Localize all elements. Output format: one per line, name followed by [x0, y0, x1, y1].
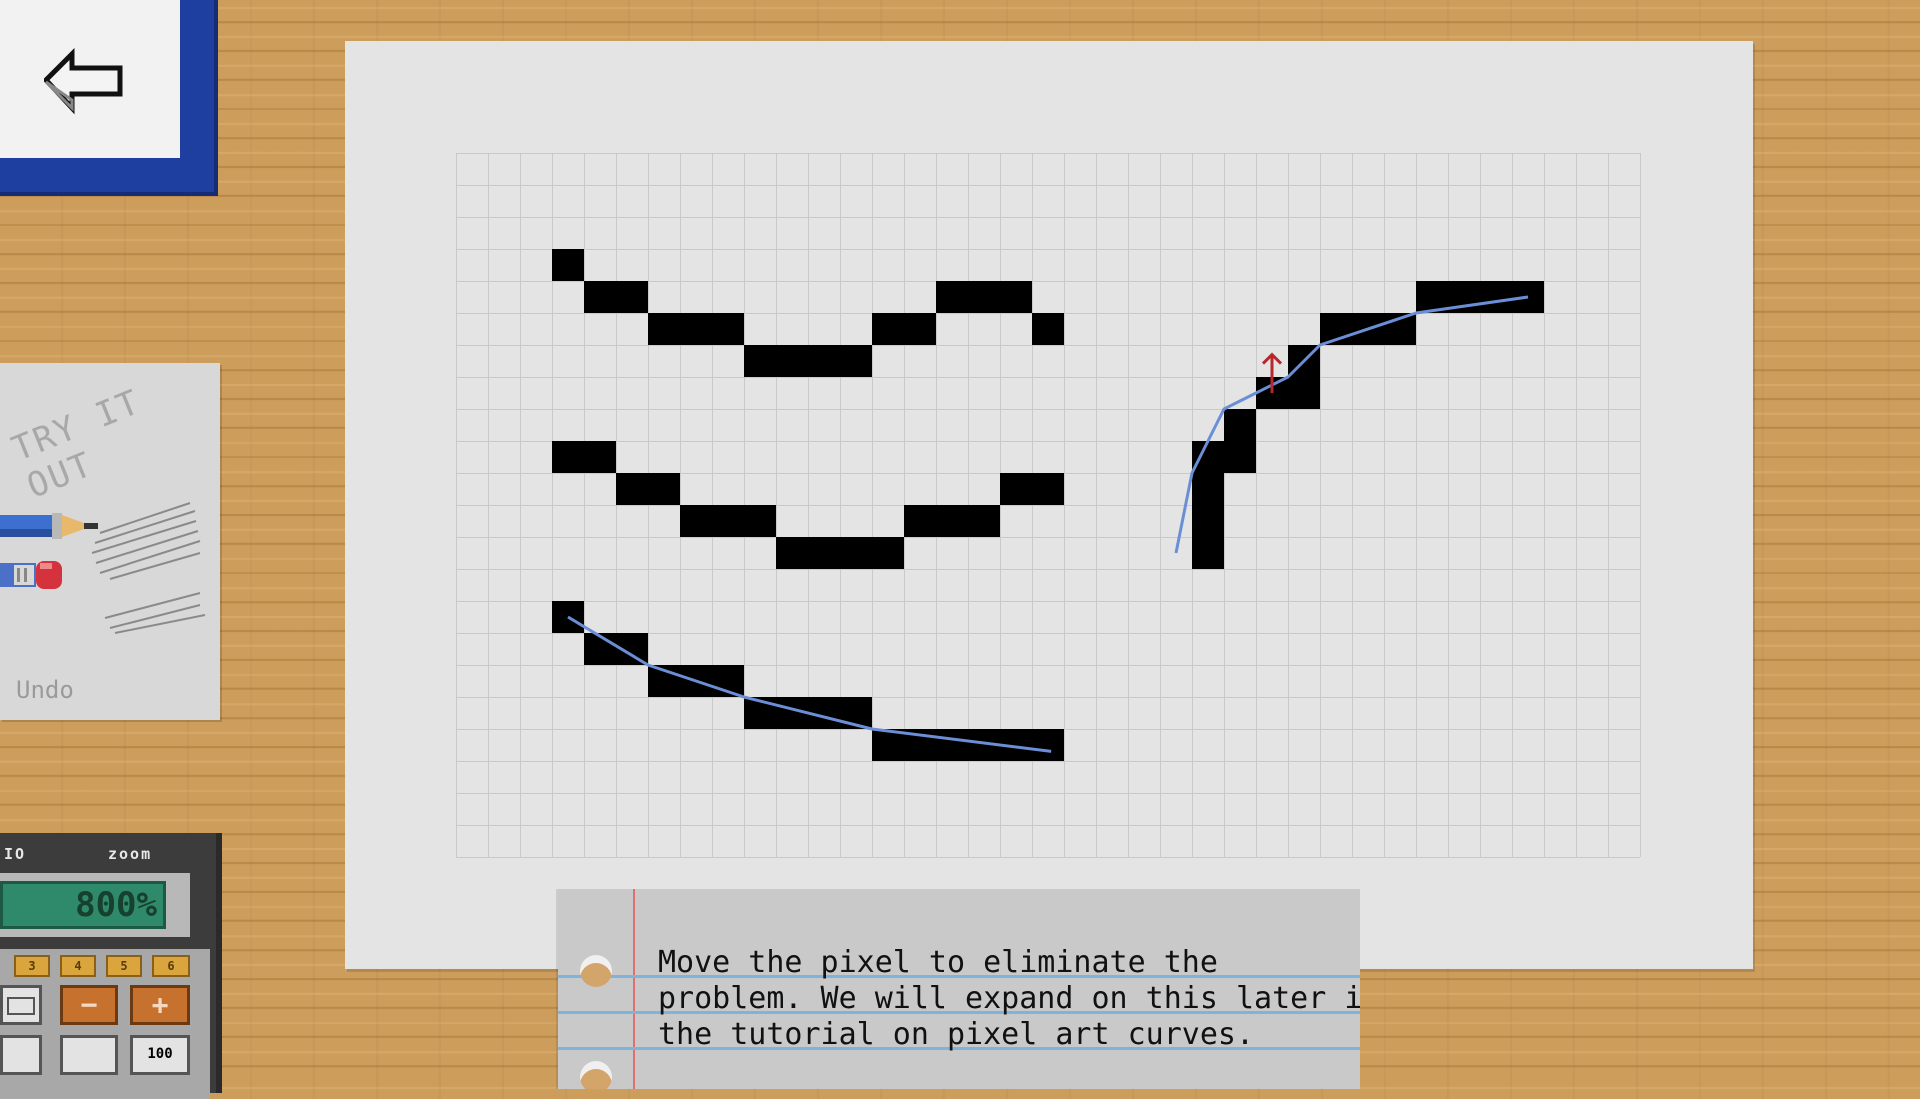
grid-key-icon: [7, 997, 35, 1015]
pixel[interactable]: [872, 313, 936, 345]
calculator-labels: IO zoom: [0, 845, 190, 863]
pixel[interactable]: [936, 281, 1032, 313]
pixel[interactable]: [744, 345, 872, 377]
eraser-icon[interactable]: [0, 561, 62, 589]
back-button[interactable]: [0, 0, 218, 196]
pixel[interactable]: [552, 441, 616, 473]
zoom-100-key[interactable]: 100: [130, 1035, 190, 1075]
calculator-keypad: 3 4 5 6 − + 100: [0, 949, 210, 1099]
pixel[interactable]: [616, 473, 680, 505]
pixel[interactable]: [584, 281, 648, 313]
back-arrow-icon[interactable]: [44, 48, 124, 118]
pixel[interactable]: [904, 505, 1000, 537]
key-5[interactable]: 5: [106, 955, 142, 977]
pixel[interactable]: [776, 537, 904, 569]
pixel-canvas-svg[interactable]: [456, 153, 1642, 859]
instruction-notepad: Move the pixel to eliminate the problem.…: [558, 889, 1360, 1089]
pixel[interactable]: [1000, 473, 1064, 505]
pixel[interactable]: [1256, 377, 1320, 409]
notepad-margin-line: [633, 889, 635, 1089]
pixel[interactable]: [648, 313, 744, 345]
tryout-drawing: [0, 502, 206, 634]
bottom-mid-key[interactable]: [60, 1035, 118, 1075]
instruction-text: Move the pixel to eliminate the problem.…: [658, 945, 1360, 1053]
pixel[interactable]: [552, 249, 584, 281]
bottom-left-key[interactable]: [0, 1035, 42, 1075]
instruction-line-1: Move the pixel to eliminate the: [658, 945, 1218, 980]
zoom-out-button[interactable]: −: [60, 985, 118, 1025]
tryout-panel[interactable]: TRY IT OUT Undo: [0, 363, 220, 720]
zoom-in-button[interactable]: +: [130, 985, 190, 1025]
key-3[interactable]: 3: [14, 955, 50, 977]
key-6[interactable]: 6: [152, 955, 190, 977]
notepad-hole-2: [580, 1061, 612, 1089]
instruction-line-2: problem. We will expand on this later in: [658, 981, 1360, 1016]
pixel[interactable]: [680, 505, 776, 537]
zoom-calculator: IO zoom 800% 3 4 5 6 − + 100: [0, 833, 222, 1099]
pixel[interactable]: [1032, 313, 1064, 345]
zoom-display: 800%: [0, 881, 166, 929]
undo-label[interactable]: Undo: [16, 676, 74, 704]
grid-key[interactable]: [0, 985, 42, 1025]
game-screen: TRY IT OUT Undo IO zoom 800% 3 4 5 6 − +…: [0, 0, 1920, 1099]
calculator-left-label: IO: [4, 845, 27, 863]
pencil-icon[interactable]: [0, 513, 98, 539]
key-4[interactable]: 4: [60, 955, 96, 977]
notepad-hole-1: [580, 955, 612, 987]
instruction-line-3: the tutorial on pixel art curves.: [658, 1017, 1255, 1052]
scribble-shading: [91, 502, 206, 634]
pixel-canvas[interactable]: [456, 153, 1642, 863]
pixel[interactable]: [1224, 409, 1256, 473]
calculator-zoom-label: zoom: [108, 845, 153, 863]
